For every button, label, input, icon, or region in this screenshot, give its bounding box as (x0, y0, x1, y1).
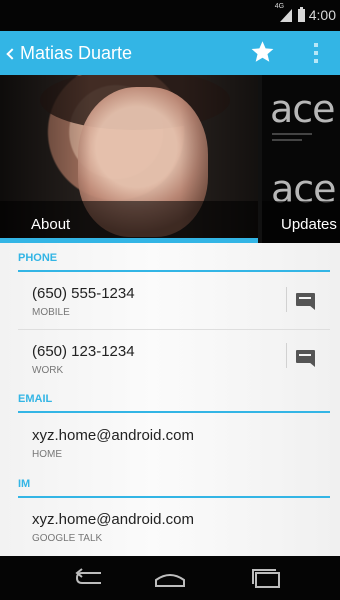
signal-bars-icon (279, 9, 292, 22)
home-button[interactable] (140, 562, 200, 594)
message-separator (286, 343, 287, 368)
message-icon (295, 292, 315, 310)
status-time: 4:00 (308, 7, 336, 23)
tab-about[interactable]: About (0, 201, 258, 243)
updates-logo-top: ace (270, 87, 336, 131)
recent-apps-button[interactable] (236, 562, 296, 594)
send-message-button[interactable] (289, 342, 321, 370)
send-message-button[interactable] (289, 285, 321, 313)
up-navigation-button[interactable]: Matias Duarte (0, 31, 132, 75)
im-section-divider (18, 496, 330, 498)
message-separator (286, 287, 287, 312)
status-bar: 4G 4:00 (0, 0, 340, 31)
tab-updates-overlay: Updates (262, 201, 340, 243)
contact-details-list: PHONE (650) 555-1234 MOBILE (650) 123-12… (0, 243, 340, 556)
email-type: HOME (32, 449, 62, 460)
battery-icon (297, 6, 305, 22)
status-icons: 4G 4:00 (275, 3, 336, 23)
im-type: GOOGLE TALK (32, 533, 103, 544)
phone-section-header: PHONE (18, 252, 58, 264)
message-icon (295, 349, 315, 367)
recent-apps-icon (252, 569, 280, 588)
overflow-dot-icon (314, 51, 318, 55)
phone-row-work[interactable]: (650) 123-1234 WORK (18, 343, 330, 395)
back-chevron-icon (6, 47, 18, 60)
logo-caption-line (272, 139, 302, 141)
phone-type: MOBILE (32, 307, 70, 318)
navigation-bar (0, 556, 340, 600)
contact-header-tabs: About ace ace Updates (0, 75, 340, 243)
action-bar: Matias Duarte (0, 31, 340, 75)
email-address: xyz.home@android.com (32, 427, 194, 444)
overflow-dot-icon (314, 43, 318, 47)
signal-icon: 4G (275, 3, 292, 22)
favorite-star-button[interactable] (246, 36, 278, 68)
row-divider (18, 329, 330, 330)
tab-updates[interactable]: ace ace Updates (262, 75, 340, 243)
overflow-dot-icon (314, 59, 318, 63)
phone-section-divider (18, 270, 330, 272)
star-icon (251, 41, 273, 62)
im-address: xyz.home@android.com (32, 511, 194, 528)
tab-about-label: About (31, 216, 71, 233)
overflow-menu-button[interactable] (306, 37, 326, 69)
back-icon (75, 568, 101, 584)
im-section-header: IM (18, 478, 31, 490)
back-button[interactable] (60, 562, 120, 594)
email-section-divider (18, 411, 330, 413)
phone-type: WORK (32, 365, 64, 376)
email-section-header: EMAIL (18, 393, 53, 405)
logo-caption-line (272, 133, 312, 135)
home-icon (155, 574, 185, 587)
contact-name-title: Matias Duarte (20, 42, 133, 63)
tab-updates-label: Updates (281, 216, 337, 233)
email-row-home[interactable]: xyz.home@android.com HOME (18, 427, 330, 479)
phone-number: (650) 555-1234 (32, 285, 135, 302)
phone-number: (650) 123-1234 (32, 343, 135, 360)
